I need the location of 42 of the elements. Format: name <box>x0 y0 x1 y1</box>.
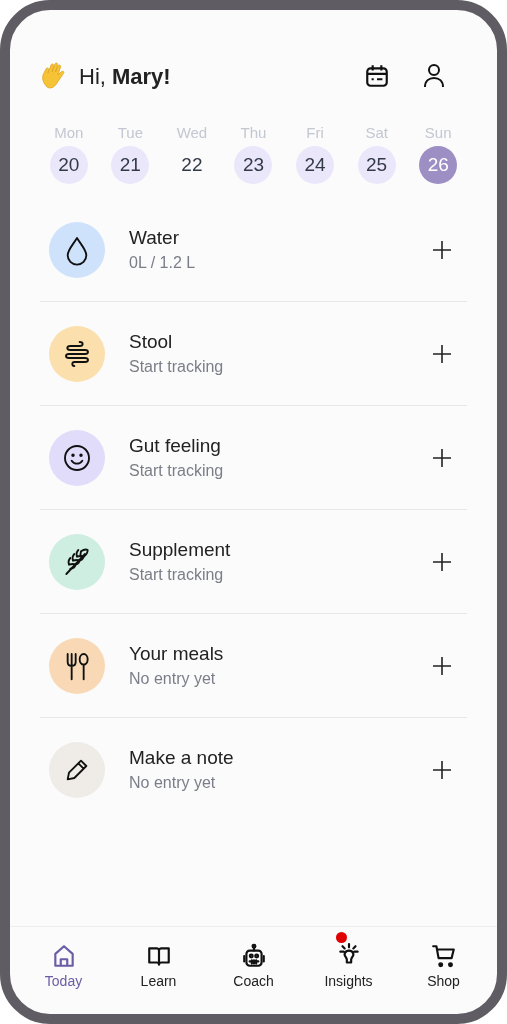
tracker-title: Water <box>129 225 180 250</box>
add-button[interactable] <box>430 758 454 782</box>
robot-icon <box>240 943 267 969</box>
calendar-icon[interactable] <box>364 63 390 89</box>
weekday-label: Thu <box>240 123 267 143</box>
tracker-status: No entry yet <box>129 773 217 793</box>
greeting: Hi, Mary! <box>79 62 171 91</box>
cart-icon <box>430 943 457 969</box>
date-button[interactable]: 25 <box>357 146 396 184</box>
date-button[interactable]: 24 <box>296 146 335 184</box>
tracker-title: Supplement <box>129 537 232 562</box>
date-button[interactable]: 22 <box>172 146 211 184</box>
nav-tab[interactable]: Today <box>16 931 111 992</box>
tracker-title: Gut feeling <box>129 433 222 458</box>
plus-icon <box>433 448 451 467</box>
tracker-status: No entry yet <box>129 668 217 689</box>
profile-icon[interactable] <box>422 63 446 89</box>
nav-tab[interactable]: Learn <box>111 931 206 992</box>
tracker-status: Start tracking <box>129 564 225 585</box>
weekday-label: Fri <box>306 123 324 143</box>
tracker-title: Make a note <box>129 746 235 770</box>
plus-icon <box>433 761 451 779</box>
plus-icon <box>433 656 451 675</box>
date-button[interactable]: 20 <box>49 146 88 184</box>
weekday-label: Tue <box>117 123 143 143</box>
nav-tab[interactable]: Coach <box>206 931 301 992</box>
plus-icon <box>433 240 451 259</box>
tracker-title: Your meals <box>129 641 225 666</box>
tracker-status: Start tracking <box>129 460 225 481</box>
weekday-label: Sun <box>424 123 452 143</box>
tracker-status: Start tracking <box>129 356 225 377</box>
weekday-label: Mon <box>54 123 84 143</box>
weekday-label: Sat <box>365 123 388 143</box>
plus-icon <box>433 552 451 571</box>
weekday-label: Wed <box>176 123 208 143</box>
plus-icon <box>433 344 451 363</box>
nav-tab[interactable]: Shop <box>396 931 491 992</box>
tracker-status: 0L / 1.2 L <box>129 252 197 273</box>
date-button[interactable]: 23 <box>234 146 273 184</box>
date-button[interactable]: 21 <box>111 146 150 184</box>
tracker-title: Stool <box>129 329 174 354</box>
nav-tab[interactable]: Insights <box>301 931 396 992</box>
